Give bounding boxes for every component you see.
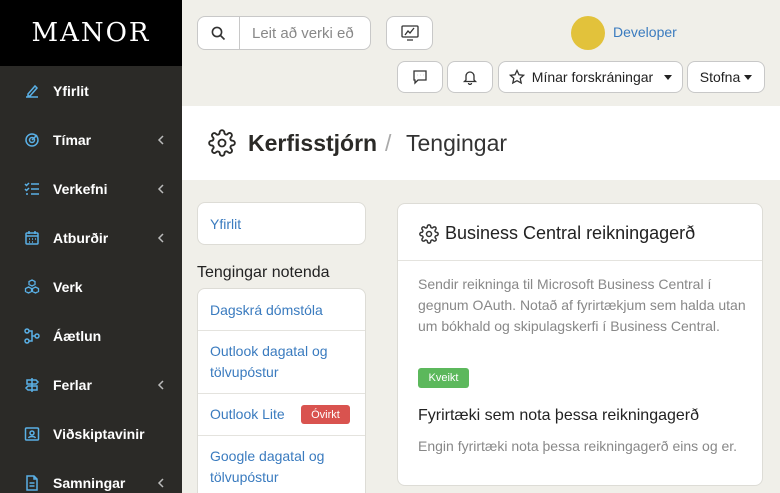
sidebar-item-label: Verkefni bbox=[53, 180, 108, 197]
sidebar-item-label: Atburðir bbox=[53, 229, 109, 246]
sidebar-item-timar[interactable]: Tímar bbox=[0, 115, 182, 164]
list-item[interactable]: Dagskrá dómstóla bbox=[198, 289, 365, 331]
screen-share-button[interactable] bbox=[386, 16, 433, 50]
card-description: Sendir reikninga til Microsoft Business … bbox=[418, 276, 746, 334]
bell-icon bbox=[462, 69, 478, 85]
user-name-link[interactable]: Developer bbox=[613, 24, 677, 40]
sidebar-item-samningar[interactable]: Samningar bbox=[0, 458, 182, 493]
sidebar-item-aaetlun[interactable]: Áætlun bbox=[0, 311, 182, 360]
search-icon bbox=[211, 26, 226, 41]
integration-card: Business Central reikningagerð Sendir re… bbox=[397, 203, 763, 486]
checklist-icon bbox=[24, 181, 40, 197]
sidebar-item-label: Viðskiptavinir bbox=[53, 425, 145, 442]
screen-pen-icon bbox=[400, 25, 419, 41]
sidebar: MANOR Yfirlit Tímar Verkefni Atburðir Ve… bbox=[0, 0, 182, 493]
chart-pen-icon bbox=[24, 83, 40, 99]
sidebar-item-verkefni[interactable]: Verkefni bbox=[0, 164, 182, 213]
chevron-left-icon bbox=[156, 477, 166, 488]
connection-link[interactable]: Outlook dagatal og tölvupóstur bbox=[210, 341, 350, 383]
list-item[interactable]: Outlook Lite Óvirkt bbox=[198, 394, 365, 436]
card-header: Business Central reikningagerð bbox=[398, 204, 762, 261]
page-subtitle: Tengingar bbox=[406, 130, 508, 156]
chevron-left-icon bbox=[156, 379, 166, 390]
card-title: Business Central reikningagerð bbox=[445, 223, 696, 243]
chevron-left-icon bbox=[156, 134, 166, 145]
sidebar-item-vidskiptavinir[interactable]: Viðskiptavinir bbox=[0, 409, 182, 458]
gear-icon bbox=[208, 129, 236, 157]
sidebar-item-label: Samningar bbox=[53, 474, 126, 491]
bookmarks-label: Mínar forskráningar bbox=[531, 69, 654, 85]
list-item[interactable]: Outlook dagatal og tölvupóstur bbox=[198, 331, 365, 394]
flow-icon bbox=[24, 327, 40, 344]
section-title: Tengingar notenda bbox=[197, 264, 330, 281]
chat-icon bbox=[412, 69, 428, 85]
search-input[interactable] bbox=[239, 16, 371, 50]
overview-panel: Yfirlit bbox=[197, 202, 366, 245]
app-logo[interactable]: MANOR bbox=[0, 0, 182, 66]
messages-button[interactable] bbox=[397, 61, 443, 93]
document-icon bbox=[24, 474, 40, 491]
chevron-left-icon bbox=[156, 232, 166, 243]
caret-down-icon bbox=[664, 74, 673, 80]
signpost-icon bbox=[24, 377, 40, 393]
sidebar-item-label: Áætlun bbox=[53, 327, 102, 344]
breadcrumb-separator: / bbox=[385, 130, 392, 156]
status-badge: Óvirkt bbox=[301, 405, 350, 424]
notifications-button[interactable] bbox=[447, 61, 493, 93]
sidebar-item-label: Yfirlit bbox=[53, 82, 89, 99]
sidebar-item-ferlar[interactable]: Ferlar bbox=[0, 360, 182, 409]
cubes-icon bbox=[24, 278, 40, 295]
connection-link[interactable]: Dagskrá dómstóla bbox=[210, 300, 323, 321]
page-header: Kerfisstjórn / Tengingar bbox=[182, 106, 780, 180]
gear-icon bbox=[419, 224, 439, 244]
sidebar-item-label: Ferlar bbox=[53, 376, 92, 393]
create-dropdown[interactable]: Stofna bbox=[687, 61, 765, 93]
target-clock-icon bbox=[24, 132, 40, 148]
sidebar-item-label: Tímar bbox=[53, 131, 92, 148]
connection-link[interactable]: Google dagatal og tölvupóstur bbox=[210, 446, 350, 488]
sidebar-item-atburdir[interactable]: Atburðir bbox=[0, 213, 182, 262]
companies-heading: Fyrirtæki sem nota þessa reikningagerð bbox=[418, 407, 700, 424]
create-label: Stofna bbox=[699, 69, 741, 85]
sidebar-item-verk[interactable]: Verk bbox=[0, 262, 182, 311]
search-button[interactable] bbox=[197, 16, 240, 50]
overview-link[interactable]: Yfirlit bbox=[210, 216, 241, 232]
avatar[interactable] bbox=[571, 16, 605, 50]
contact-card-icon bbox=[24, 426, 40, 442]
list-item[interactable]: Google dagatal og tölvupóstur bbox=[198, 436, 365, 493]
calendar-icon bbox=[24, 230, 40, 246]
bookmarks-dropdown[interactable]: Mínar forskráningar bbox=[498, 61, 683, 93]
companies-empty-text: Engin fyrirtæki nota þessa reikningagerð… bbox=[418, 438, 738, 454]
caret-down-icon bbox=[744, 74, 753, 80]
page-title[interactable]: Kerfisstjórn bbox=[248, 130, 377, 157]
star-icon bbox=[508, 69, 525, 85]
connections-list: Dagskrá dómstóla Outlook dagatal og tölv… bbox=[197, 288, 366, 493]
sidebar-item-label: Verk bbox=[53, 278, 83, 295]
status-badge: Kveikt bbox=[418, 368, 469, 388]
chevron-left-icon bbox=[156, 183, 166, 194]
connection-link[interactable]: Outlook Lite bbox=[210, 404, 285, 425]
sidebar-item-yfirlit[interactable]: Yfirlit bbox=[0, 66, 182, 115]
